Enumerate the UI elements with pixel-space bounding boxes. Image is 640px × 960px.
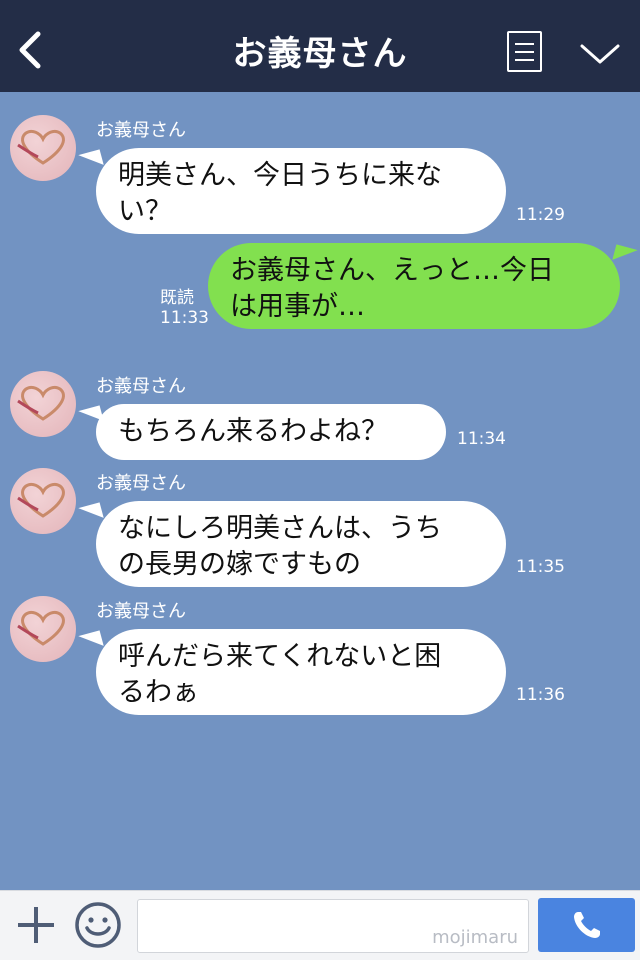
message-time: 11:34 (457, 429, 506, 449)
sender-name: お義母さん (96, 473, 186, 494)
menu-icon-line (515, 51, 534, 53)
sender-name: お義母さん (96, 376, 186, 397)
attach-button[interactable] (14, 903, 58, 947)
avatar[interactable] (10, 468, 76, 534)
expand-button[interactable] (578, 38, 622, 70)
message-bubble[interactable]: もちろん来るわよね？ (96, 404, 446, 460)
heart-ring-icon (17, 129, 65, 165)
read-label: 既読 (160, 288, 194, 308)
message-text: なにしろ明美さんは、うち (118, 513, 442, 544)
chat-title: お義母さん (232, 34, 408, 74)
menu-icon-line (515, 59, 534, 61)
message-time: 11:35 (516, 557, 565, 577)
message-time: 11:29 (516, 205, 565, 225)
sender-name: お義母さん (96, 601, 186, 622)
heart-ring-icon (17, 482, 65, 518)
message-bubble[interactable]: なにしろ明美さんは、うち の長男の嫁ですもの (96, 501, 506, 587)
plus-icon (18, 907, 54, 943)
chat-header: お義母さん (0, 0, 640, 92)
message-text: は用事が… (230, 291, 365, 322)
heart-ring-icon (17, 385, 65, 421)
message-bubble[interactable]: お義母さん、えっと…今日 は用事が… (208, 243, 620, 329)
message-bubble[interactable]: 呼んだら来てくれないと困 るわぁ (96, 629, 506, 715)
sender-name: お義母さん (96, 120, 186, 141)
message-input[interactable]: mojimaru (137, 899, 529, 953)
menu-icon-line (515, 43, 534, 45)
emoji-button[interactable] (74, 901, 122, 949)
chevron-down-icon (580, 44, 620, 64)
avatar[interactable] (10, 371, 76, 437)
input-bar: mojimaru (0, 890, 640, 960)
avatar[interactable] (10, 115, 76, 181)
message-text: もちろん来るわよね？ (118, 416, 388, 447)
message-text: い？ (118, 196, 172, 227)
avatar[interactable] (10, 596, 76, 662)
call-button[interactable] (538, 898, 635, 952)
watermark-text: mojimaru (432, 927, 518, 948)
message-time: 11:33 (160, 308, 209, 328)
message-bubble[interactable]: 明美さん、今日うちに来な い？ (96, 148, 506, 234)
smiley-icon (75, 902, 121, 948)
message-time: 11:36 (516, 685, 565, 705)
menu-button[interactable] (507, 31, 542, 72)
message-text: の長男の嫁ですもの (118, 549, 361, 580)
heart-ring-icon (17, 610, 65, 646)
message-text: 明美さん、今日うちに来な (118, 160, 442, 191)
phone-icon (574, 912, 600, 938)
message-text: 呼んだら来てくれないと困 (118, 641, 442, 672)
read-receipt: 既読 11:33 (160, 288, 209, 328)
message-text: お義母さん、えっと…今日 (230, 255, 554, 286)
chat-area[interactable]: お義母さん 明美さん、今日うちに来な い？ 11:29 既読 11:33 お義母… (0, 92, 640, 890)
message-text: るわぁ (118, 677, 199, 708)
